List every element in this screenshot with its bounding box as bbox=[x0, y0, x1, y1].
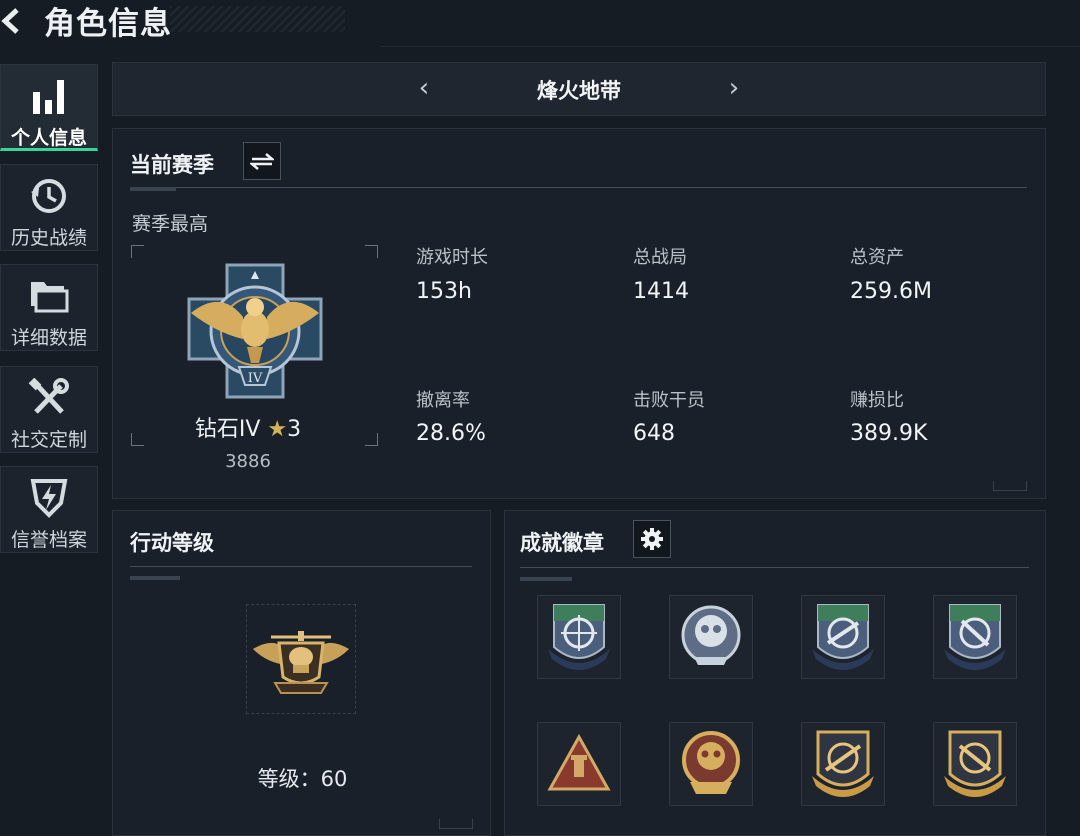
stat-label: 总战局 bbox=[633, 247, 687, 268]
gold-crosshair-badge-icon bbox=[944, 730, 1006, 797]
title-decoration bbox=[170, 6, 345, 32]
stat-label: 游戏时长 bbox=[416, 247, 488, 268]
gear-icon bbox=[641, 528, 663, 550]
level-value: 60 bbox=[320, 767, 348, 791]
bronze-triangle-badge-icon bbox=[547, 733, 611, 791]
rank-name-row: 钻石IV ★3 bbox=[133, 411, 363, 443]
achievement-badge[interactable] bbox=[669, 722, 753, 806]
sidebar-item-history[interactable]: 历史战绩 bbox=[0, 164, 98, 251]
switch-season-button[interactable] bbox=[243, 142, 281, 180]
achievement-badge[interactable] bbox=[537, 722, 621, 806]
sidebar-item-label: 信誉档案 bbox=[10, 529, 87, 551]
badge-settings-button[interactable] bbox=[633, 520, 671, 558]
switch-arrows-icon bbox=[250, 153, 274, 170]
action-level-title: 行动等级 bbox=[130, 531, 214, 555]
achievement-badge[interactable] bbox=[801, 722, 885, 806]
achievement-badge[interactable] bbox=[537, 595, 621, 679]
rank-stars: 3 bbox=[287, 417, 302, 442]
achievement-badge[interactable] bbox=[933, 722, 1017, 806]
season-divider bbox=[130, 187, 1027, 188]
season-best-label: 赛季最高 bbox=[132, 213, 209, 235]
shield-icon bbox=[1, 477, 97, 519]
action-level-divider bbox=[130, 566, 472, 567]
sidebar-item-label: 个人信息 bbox=[10, 127, 87, 149]
level-emblem-frame bbox=[246, 604, 356, 714]
achievement-badge[interactable] bbox=[801, 595, 885, 679]
achievement-badge[interactable] bbox=[933, 595, 1017, 679]
mode-selector: ‹ 烽火地带 › bbox=[112, 62, 1046, 116]
tools-icon bbox=[1, 377, 97, 419]
hud-divider bbox=[380, 46, 1080, 47]
frame-corner bbox=[365, 245, 378, 258]
svg-text:IV: IV bbox=[248, 371, 263, 386]
achievements-panel: 成就徽章 bbox=[504, 510, 1046, 836]
panel-corner-deco bbox=[993, 481, 1027, 491]
achievements-title: 成就徽章 bbox=[520, 531, 604, 555]
rank-score: 3886 bbox=[225, 451, 271, 472]
history-clock-icon bbox=[1, 175, 97, 217]
sidebar-item-reputation[interactable]: 信誉档案 bbox=[0, 466, 98, 553]
green-crosshair-badge-icon bbox=[812, 604, 874, 670]
stat-label: 撤离率 bbox=[416, 390, 470, 411]
stat-value: 28.6% bbox=[416, 421, 486, 446]
gold-crosshair-badge-icon bbox=[812, 730, 874, 797]
frame-corner bbox=[131, 245, 144, 258]
green-crosshair-badge-icon bbox=[944, 604, 1006, 670]
achievement-badge[interactable] bbox=[669, 595, 753, 679]
bar-chart-icon bbox=[1, 75, 97, 117]
folder-icon bbox=[1, 275, 97, 317]
achievements-divider bbox=[520, 567, 1029, 568]
green-crosshair-badge-icon bbox=[548, 604, 610, 670]
divider-mark bbox=[130, 576, 180, 580]
mode-title: 烽火地带 bbox=[537, 79, 621, 103]
sidebar-item-detailed-data[interactable]: 详细数据 bbox=[0, 264, 98, 351]
panel-corner-deco bbox=[439, 819, 473, 829]
sidebar-item-label: 历史战绩 bbox=[10, 227, 87, 249]
stat-label: 总资产 bbox=[850, 247, 904, 268]
season-panel: 当前赛季 赛季最高 IV 钻石IV ★3 3886 游戏时长 153h 总战局 … bbox=[112, 128, 1046, 499]
stat-value: 153h bbox=[416, 279, 472, 304]
level-row: 等级：60 bbox=[113, 763, 492, 793]
divider-mark bbox=[130, 187, 176, 191]
back-arrow-icon bbox=[1, 8, 19, 34]
sidebar-item-label: 社交定制 bbox=[10, 429, 87, 451]
stat-value: 259.6M bbox=[850, 279, 932, 304]
diamond-rank-emblem: IV bbox=[181, 259, 329, 405]
silver-round-badge-icon bbox=[681, 605, 741, 665]
action-level-panel: 行动等级 等级：60 bbox=[112, 510, 491, 836]
helicopter-level-emblem bbox=[253, 631, 349, 694]
sidebar-item-social[interactable]: 社交定制 bbox=[0, 366, 98, 453]
sidebar-item-personal-info[interactable]: 个人信息 bbox=[0, 64, 98, 151]
frame-corner bbox=[365, 433, 378, 446]
chevron-right-icon[interactable]: › bbox=[722, 75, 746, 101]
season-title: 当前赛季 bbox=[130, 153, 214, 177]
stat-value: 648 bbox=[633, 421, 675, 446]
page-title: 角色信息 bbox=[44, 6, 172, 42]
stat-label: 赚损比 bbox=[850, 390, 904, 411]
star-icon: ★ bbox=[267, 417, 288, 442]
level-label: 等级： bbox=[257, 767, 321, 791]
back-button[interactable] bbox=[0, 4, 22, 38]
sidebar-item-label: 详细数据 bbox=[10, 327, 87, 349]
gold-round-badge-icon bbox=[682, 731, 740, 794]
stat-value: 1414 bbox=[633, 279, 689, 304]
stat-label: 击败干员 bbox=[633, 390, 705, 411]
divider-mark bbox=[520, 577, 572, 581]
stat-value: 389.9K bbox=[850, 421, 928, 446]
rank-name: 钻石IV bbox=[194, 417, 261, 442]
